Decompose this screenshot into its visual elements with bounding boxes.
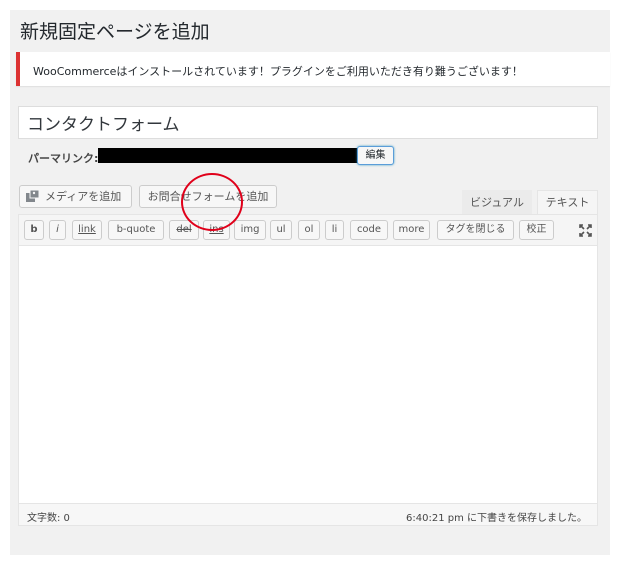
- media-icon: [26, 190, 40, 202]
- tab-visual[interactable]: ビジュアル: [462, 190, 532, 215]
- qt-img-button[interactable]: img: [234, 220, 266, 240]
- tab-text[interactable]: テキスト: [537, 190, 598, 215]
- page-title: 新規固定ページを追加: [20, 21, 210, 43]
- highlight-circle-annotation: [181, 173, 243, 231]
- autosave-message: 6:40:21 pm に下書きを保存しました。: [406, 513, 587, 524]
- qt-ol-button[interactable]: ol: [298, 220, 320, 240]
- qt-more-button[interactable]: more: [393, 220, 430, 240]
- quicktags-toolbar: b i link b-quote del ins img ul ol li co…: [19, 215, 597, 246]
- qt-close-tags-button[interactable]: タグを閉じる: [437, 220, 514, 240]
- permalink-label: パーマリンク:: [28, 152, 99, 165]
- post-title-input[interactable]: [18, 106, 598, 139]
- fullscreen-icon[interactable]: [579, 224, 592, 237]
- edit-permalink-button[interactable]: 編集: [357, 146, 394, 165]
- qt-link-button[interactable]: link: [72, 220, 102, 240]
- editor-screen: 新規固定ページを追加 WooCommerceはインストールされています！プラグイ…: [10, 10, 610, 555]
- qt-code-button[interactable]: code: [350, 220, 388, 240]
- qt-li-button[interactable]: li: [325, 220, 344, 240]
- content-textarea[interactable]: [19, 247, 597, 503]
- qt-ul-button[interactable]: ul: [270, 220, 292, 240]
- add-media-label: メディアを追加: [45, 190, 122, 203]
- notice-text: WooCommerceはインストールされています！プラグインをご利用いただき有り…: [33, 65, 523, 78]
- qt-italic-button[interactable]: i: [49, 220, 66, 240]
- text-editor: b i link b-quote del ins img ul ol li co…: [18, 214, 598, 526]
- qt-proofread-button[interactable]: 校正: [519, 220, 554, 240]
- permalink-url-redacted: [98, 148, 358, 163]
- word-count: 文字数: 0: [27, 513, 70, 524]
- woocommerce-notice: WooCommerceはインストールされています！プラグインをご利用いただき有り…: [16, 52, 610, 86]
- editor-status-bar: 文字数: 0 6:40:21 pm に下書きを保存しました。: [19, 503, 597, 525]
- qt-bquote-button[interactable]: b-quote: [108, 220, 164, 240]
- add-media-button[interactable]: メディアを追加: [19, 185, 132, 208]
- qt-bold-button[interactable]: b: [24, 220, 44, 240]
